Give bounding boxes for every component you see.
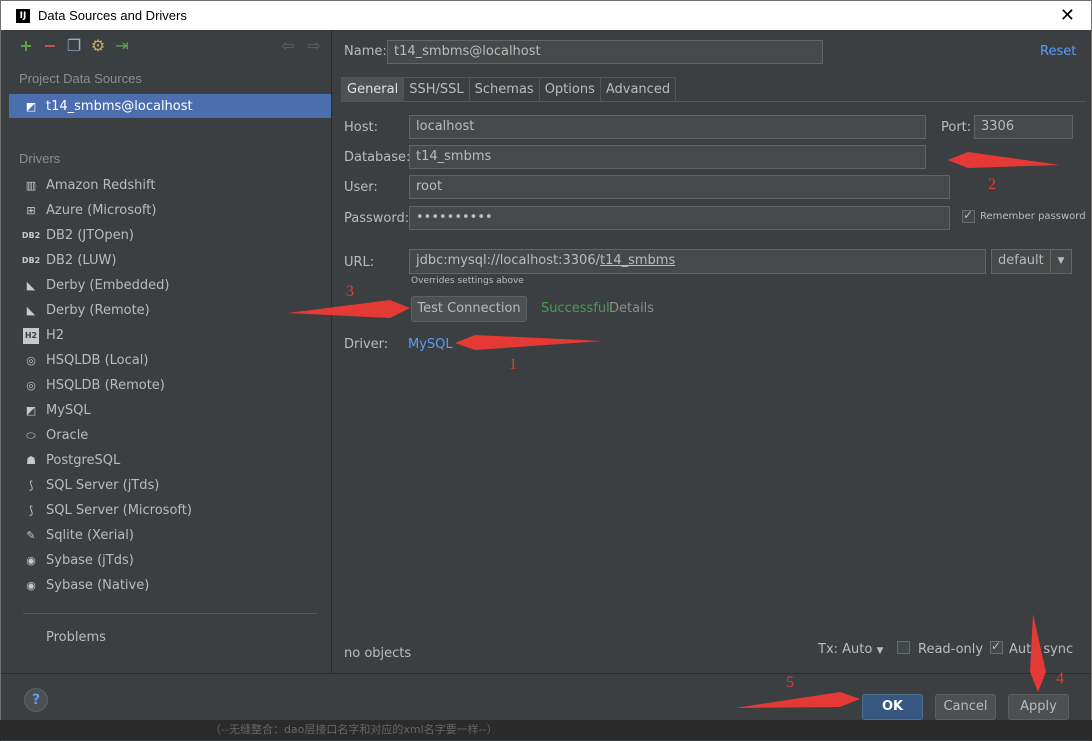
annotation-number: 1 [509,356,517,373]
annotation-number: 2 [988,176,996,193]
annotation-number: 3 [346,283,354,300]
arrow-to-ok [735,692,860,708]
arrow-to-apply [1030,614,1046,692]
annotation-overlay [288,152,1060,708]
annotation-number: 4 [1056,670,1064,687]
annotation-number: 5 [786,674,794,691]
arrow-to-test-connection [288,300,410,318]
arrow-to-database [948,152,1060,168]
arrow-to-driver [455,335,603,350]
